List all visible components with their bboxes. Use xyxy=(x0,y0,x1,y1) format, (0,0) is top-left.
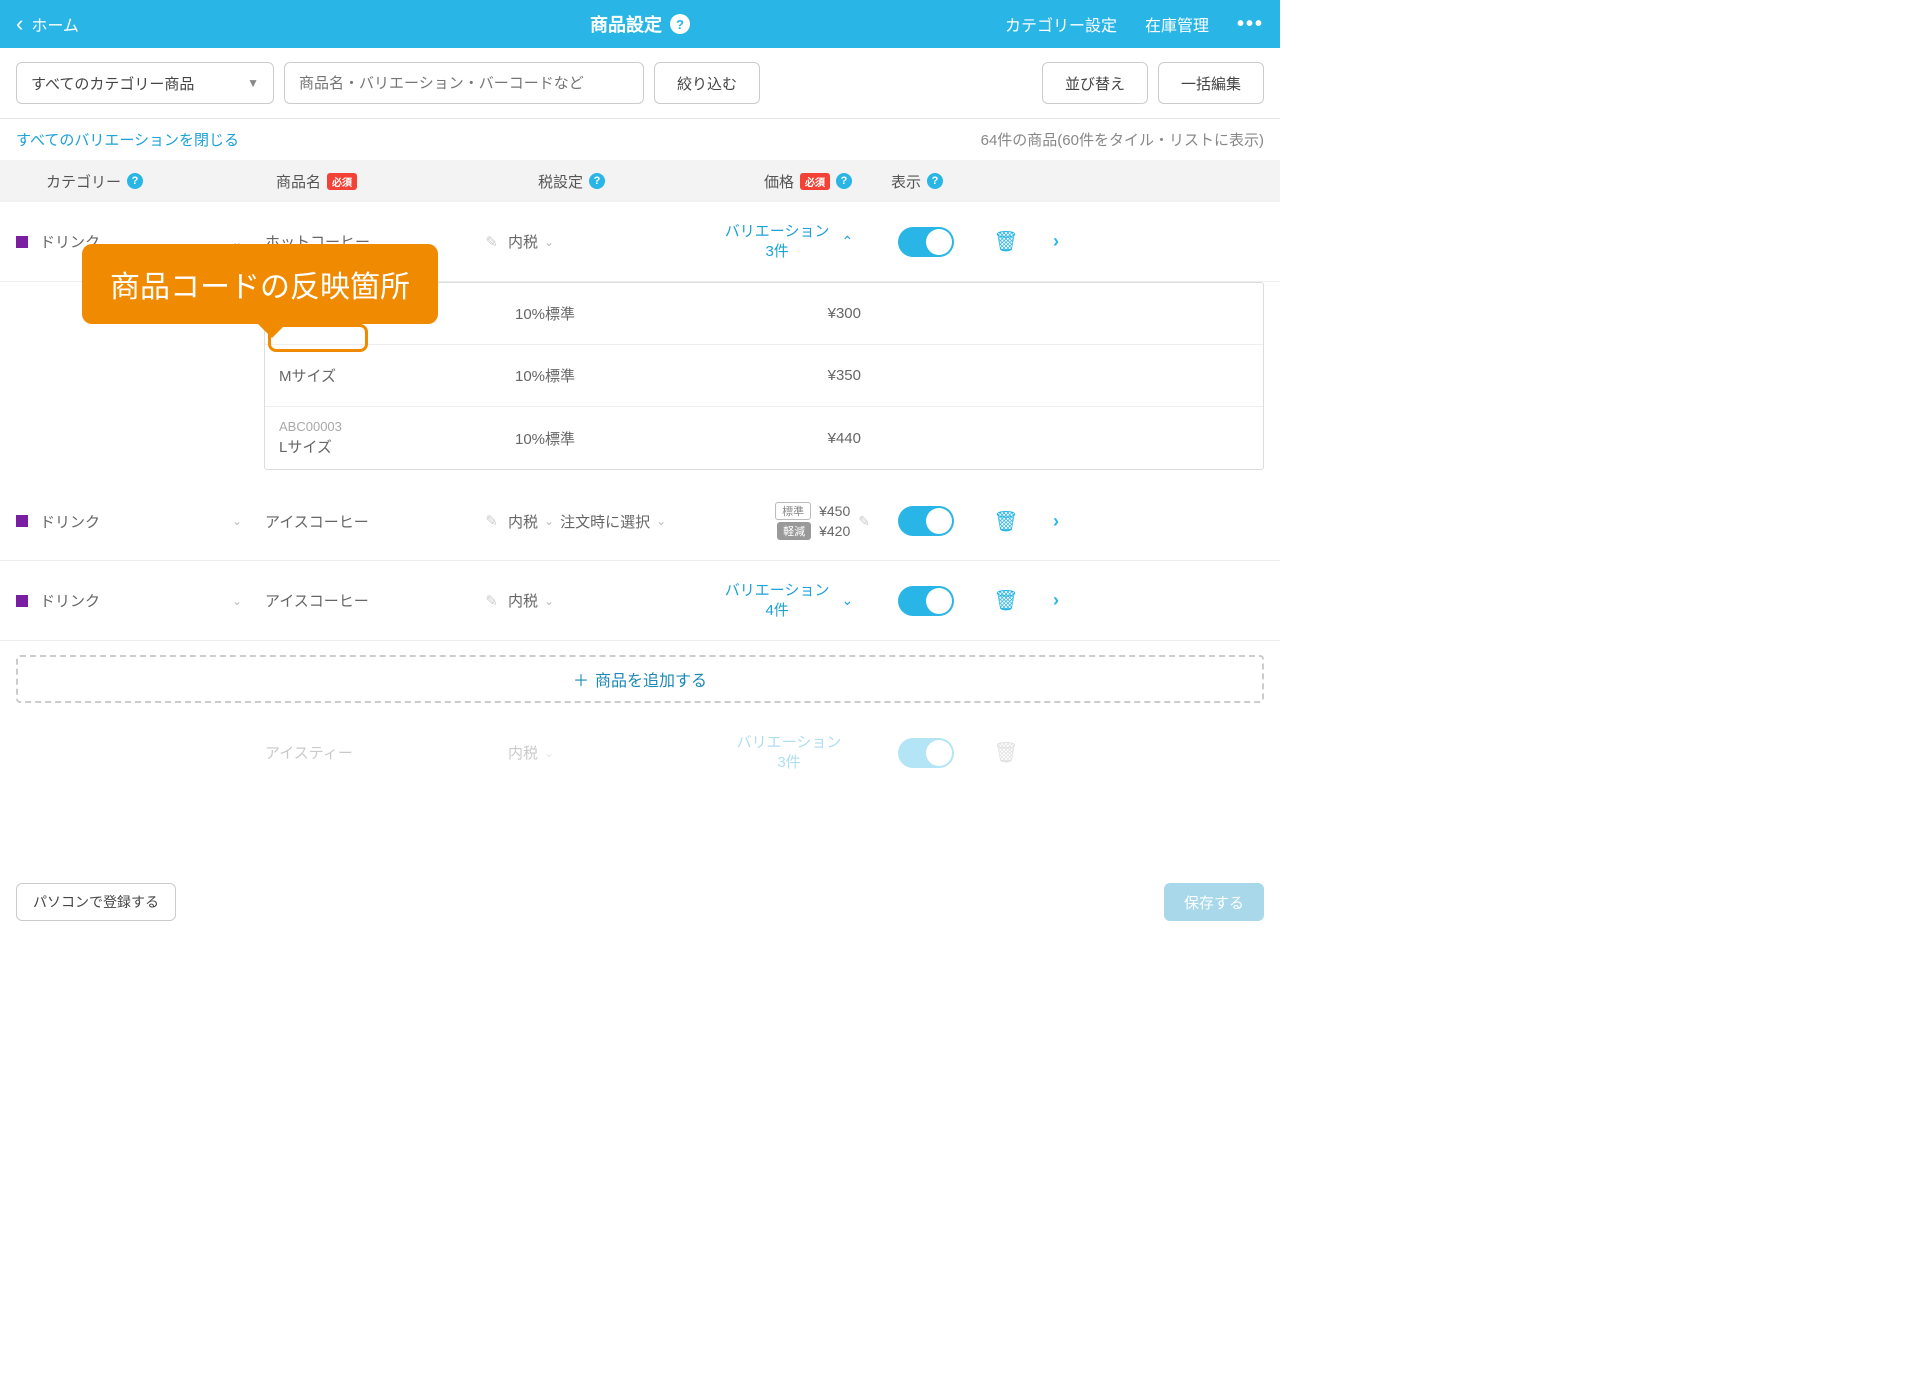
required-badge: 必須 xyxy=(800,173,830,190)
help-icon[interactable]: ? xyxy=(670,14,690,34)
price-cell[interactable]: 標準¥450 軽減¥420 ✎ xyxy=(702,502,876,540)
variation-row: ABC00003 Lサイズ 10%標準 ¥440 xyxy=(265,407,1263,469)
help-icon[interactable]: ? xyxy=(589,173,605,189)
variation-price: ¥440 xyxy=(711,430,861,447)
chevron-down-icon: ⌄ xyxy=(232,594,242,608)
category-cell[interactable]: ドリンク ⌄ xyxy=(16,511,260,532)
chevron-down-icon: ⌄ xyxy=(232,514,242,528)
help-icon[interactable]: ? xyxy=(836,173,852,189)
edit-icon[interactable]: ✎ xyxy=(858,513,870,530)
variation-name: Mサイズ xyxy=(279,365,515,386)
sort-button[interactable]: 並び替え xyxy=(1042,62,1148,104)
product-count-text: 64件の商品(60件をタイル・リストに表示) xyxy=(981,129,1264,150)
add-product-button[interactable]: ＋ 商品を追加する xyxy=(16,655,1264,703)
tax-cell[interactable]: 内税 ⌄ xyxy=(508,590,702,611)
variation-code: ABC00003 xyxy=(279,419,515,434)
close-all-variations-link[interactable]: すべてのバリエーションを閉じる xyxy=(16,129,239,150)
chevron-down-icon: ⌄ xyxy=(656,514,666,528)
page-title-wrap: 商品設定 ? xyxy=(590,11,690,37)
tax-cell[interactable]: 内税 ⌄ 注文時に選択 ⌄ xyxy=(508,511,702,532)
category-filter-select[interactable]: すべてのカテゴリー商品 ▼ xyxy=(16,62,274,104)
table-header: カテゴリー? 商品名必須 税設定? 価格必須? 表示? xyxy=(0,160,1280,202)
plus-icon: ＋ xyxy=(573,667,589,691)
chevron-down-icon: ⌄ xyxy=(841,592,853,609)
search-input[interactable] xyxy=(299,75,629,92)
chevron-down-icon: ⌄ xyxy=(544,594,554,608)
variation-tax: 10%標準 xyxy=(515,365,711,386)
variation-name: Lサイズ xyxy=(279,436,515,457)
trash-icon[interactable]: 🗑 xyxy=(993,229,1018,254)
page-title: 商品設定 xyxy=(590,11,662,37)
display-toggle[interactable] xyxy=(898,586,954,616)
chevron-right-icon[interactable]: › xyxy=(1053,231,1059,252)
display-toggle[interactable] xyxy=(898,506,954,536)
search-input-wrap xyxy=(284,62,644,104)
chevron-down-icon: ▼ xyxy=(247,76,259,90)
save-button[interactable]: 保存する xyxy=(1164,883,1264,921)
required-badge: 必須 xyxy=(327,173,357,190)
edit-icon[interactable]: ✎ xyxy=(485,512,498,530)
product-row: ドリンク ⌄ アイスコーヒー ✎ 内税 ⌄ バリエーション 4件 ⌄ 🗑 › xyxy=(0,561,1280,641)
variation-row: Mサイズ 10%標準 ¥350 xyxy=(265,345,1263,407)
app-header: ‹ ホーム 商品設定 ? カテゴリー設定 在庫管理 ••• xyxy=(0,0,1280,48)
price-cell[interactable]: バリエーション 3件 ⌃ xyxy=(702,222,876,261)
filter-button[interactable]: 絞り込む xyxy=(654,62,760,104)
category-color-icon xyxy=(16,236,28,248)
category-color-icon xyxy=(16,515,28,527)
standard-tax-badge: 標準 xyxy=(775,502,811,520)
more-menu-icon[interactable]: ••• xyxy=(1237,13,1264,36)
filter-bar: すべてのカテゴリー商品 ▼ 絞り込む 並び替え 一括編集 xyxy=(0,48,1280,119)
back-label: ホーム xyxy=(31,12,79,36)
back-button[interactable]: ‹ ホーム xyxy=(16,11,79,37)
chevron-up-icon: ⌃ xyxy=(841,233,853,250)
chevron-right-icon[interactable]: › xyxy=(1053,511,1059,532)
product-row: ドリンク ⌄ アイスコーヒー ✎ 内税 ⌄ 注文時に選択 ⌄ 標準¥450 軽減… xyxy=(0,482,1280,561)
product-name-cell[interactable]: アイスコーヒー ✎ xyxy=(260,511,508,532)
help-icon[interactable]: ? xyxy=(927,173,943,189)
help-icon[interactable]: ? xyxy=(127,173,143,189)
product-row-faded: アイスティー 内税⌄ バリエーション 3件 🗑 xyxy=(0,717,1280,772)
annotation-callout: 商品コードの反映箇所 xyxy=(82,244,438,324)
display-toggle[interactable] xyxy=(898,227,954,257)
tax-cell[interactable]: 内税 ⌄ xyxy=(508,231,702,252)
nav-inventory[interactable]: 在庫管理 xyxy=(1145,12,1209,36)
bottom-bar: パソコンで登録する 保存する xyxy=(0,871,1280,933)
chevron-right-icon[interactable]: › xyxy=(1053,590,1059,611)
variation-price: ¥350 xyxy=(711,367,861,384)
variation-tax: 10%標準 xyxy=(515,303,711,324)
variation-price: ¥300 xyxy=(711,305,861,322)
pc-register-button[interactable]: パソコンで登録する xyxy=(16,883,176,921)
variation-tax: 10%標準 xyxy=(515,428,711,449)
trash-icon[interactable]: 🗑 xyxy=(993,588,1018,613)
edit-icon[interactable]: ✎ xyxy=(485,233,498,251)
chevron-down-icon: ⌄ xyxy=(544,235,554,249)
price-cell[interactable]: バリエーション 4件 ⌄ xyxy=(702,581,876,620)
chevron-down-icon: ⌄ xyxy=(544,514,554,528)
chevron-left-icon: ‹ xyxy=(16,11,23,37)
category-cell[interactable]: ドリンク ⌄ xyxy=(16,590,260,611)
nav-category-settings[interactable]: カテゴリー設定 xyxy=(1005,12,1117,36)
sub-bar: すべてのバリエーションを閉じる 64件の商品(60件をタイル・リストに表示) xyxy=(0,119,1280,160)
category-color-icon xyxy=(16,595,28,607)
bulk-edit-button[interactable]: 一括編集 xyxy=(1158,62,1264,104)
reduced-tax-badge: 軽減 xyxy=(777,522,811,540)
trash-icon[interactable]: 🗑 xyxy=(993,509,1018,534)
edit-icon[interactable]: ✎ xyxy=(485,592,498,610)
product-name-cell[interactable]: アイスコーヒー ✎ xyxy=(260,590,508,611)
